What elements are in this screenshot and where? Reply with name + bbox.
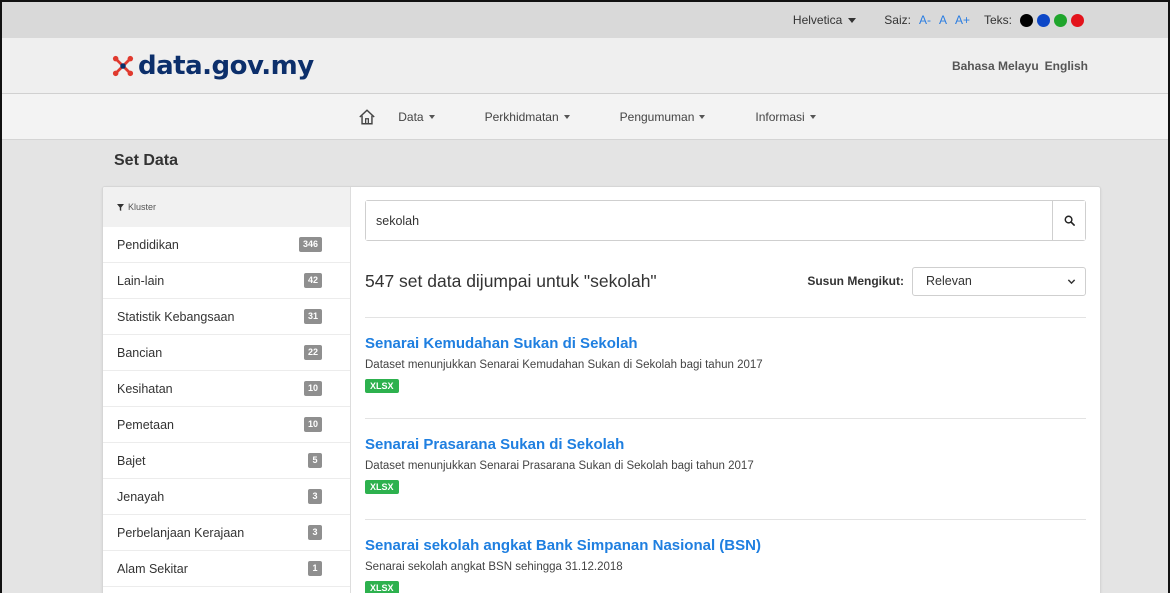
nav-pengumuman-label: Pengumuman <box>619 109 695 124</box>
format-badge-xlsx[interactable]: XLSX <box>365 379 399 393</box>
nav-informasi[interactable]: Informasi <box>755 109 816 124</box>
font-family-value: Helvetica <box>792 13 843 27</box>
cluster-heading: Kluster <box>128 202 157 212</box>
dataset-result: Senarai Kemudahan Sukan di Sekolah Datas… <box>365 318 1086 419</box>
nav-data-label: Data <box>398 109 424 124</box>
dataset-result: Senarai Prasarana Sukan di Sekolah Datas… <box>365 419 1086 520</box>
sidebar-item-alam-sekitar[interactable]: Alam Sekitar 1 <box>103 551 350 587</box>
search-bar <box>365 200 1086 241</box>
font-size-increase[interactable]: A+ <box>955 13 970 27</box>
sidebar-item-label: Alam Sekitar <box>117 561 188 576</box>
search-results-panel: 547 set data dijumpai untuk "sekolah" Su… <box>351 187 1100 593</box>
search-input[interactable] <box>366 201 1052 240</box>
sort-select[interactable]: Relevan <box>912 266 1086 296</box>
sidebar-item-pendidikan[interactable]: Pendidikan 346 <box>103 227 350 263</box>
page-title: Set Data <box>114 152 179 169</box>
sidebar-item-label: Lain-lain <box>117 273 165 288</box>
text-color-label: Teks: <box>983 13 1012 27</box>
sidebar-item-statistik-kebangsaan[interactable]: Statistik Kebangsaan 31 <box>103 299 350 335</box>
sidebar-item-bancian[interactable]: Bancian 22 <box>103 335 350 371</box>
chevron-down-icon <box>1067 278 1076 284</box>
search-button[interactable] <box>1052 201 1085 240</box>
dataset-title-link[interactable]: Senarai Prasarana Sukan di Sekolah <box>365 436 1086 454</box>
dataset-description: Dataset menunjukkan Senarai Prasarana Su… <box>365 460 754 472</box>
font-size-label: Saiz: <box>884 13 911 27</box>
dataset-result: Senarai sekolah angkat Bank Simpanan Nas… <box>365 520 1086 593</box>
dataset-title-link[interactable]: Senarai sekolah angkat Bank Simpanan Nas… <box>365 537 1086 555</box>
text-color-controls: Teks: <box>984 13 1084 27</box>
results-summary-row: 547 set data dijumpai untuk "sekolah" Su… <box>365 266 1086 296</box>
sort-selected-value: Relevan <box>926 274 972 288</box>
sidebar-item-lain-lain[interactable]: Lain-lain 42 <box>103 263 350 299</box>
font-size-controls: Saiz: A- A A+ <box>884 13 970 27</box>
count-badge: 346 <box>298 237 322 252</box>
nav-pengumuman[interactable]: Pengumuman <box>620 110 706 124</box>
brand-header: data.gov.my Bahasa Melayu English <box>2 38 1168 94</box>
logo-text: data.gov.my <box>138 50 314 81</box>
caret-down-icon <box>848 17 857 23</box>
home-icon[interactable] <box>358 108 376 126</box>
color-swatch-blue[interactable] <box>1037 13 1050 27</box>
count-badge: 10 <box>303 417 322 432</box>
count-badge: 1 <box>308 561 322 576</box>
caret-down-icon <box>428 114 435 119</box>
dataset-search-card: Kluster Pendidikan 346 Lain-lain 42 Stat… <box>102 186 1101 593</box>
font-size-default[interactable]: A <box>939 13 947 27</box>
lang-bahasa-melayu[interactable]: Bahasa Melayu <box>952 59 1039 73</box>
result-count: 547 set data dijumpai untuk "sekolah" <box>365 270 657 291</box>
font-family-dropdown[interactable]: Helvetica <box>792 13 857 27</box>
format-badge-xlsx[interactable]: XLSX <box>365 581 399 593</box>
main-nav: Data Perkhidmatan Pengumuman Informasi <box>2 94 1168 140</box>
count-badge: 31 <box>303 309 322 324</box>
dataset-description: Dataset menunjukkan Senarai Kemudahan Su… <box>365 359 763 371</box>
cluster-sidebar: Kluster Pendidikan 346 Lain-lain 42 Stat… <box>103 187 351 593</box>
utility-bar: Helvetica Saiz: A- A A+ Teks: <box>2 2 1168 38</box>
color-swatch-red[interactable] <box>1071 13 1084 27</box>
sidebar-item-label: Perbelanjaan Kerajaan <box>117 525 245 540</box>
sidebar-item-label: Kesihatan <box>117 381 173 396</box>
dataset-title-link[interactable]: Senarai Kemudahan Sukan di Sekolah <box>365 335 1086 353</box>
caret-down-icon <box>809 114 816 119</box>
search-icon <box>1064 215 1075 226</box>
caret-down-icon <box>699 114 706 119</box>
color-swatch-green[interactable] <box>1054 13 1067 27</box>
sidebar-item-perbelanjaan-kerajaan[interactable]: Perbelanjaan Kerajaan 3 <box>103 515 350 551</box>
sidebar-item-label: Bajet <box>117 453 146 468</box>
nav-perkhidmatan[interactable]: Perkhidmatan <box>485 110 570 124</box>
language-switcher: Bahasa Melayu English <box>952 59 1088 73</box>
sidebar-item-bajet[interactable]: Bajet 5 <box>103 443 350 479</box>
sidebar-item-jenayah[interactable]: Jenayah 3 <box>103 479 350 515</box>
count-badge: 3 <box>308 489 322 504</box>
lang-english[interactable]: English <box>1045 59 1088 73</box>
color-swatch-black[interactable] <box>1020 13 1033 27</box>
sidebar-item-kesihatan[interactable]: Kesihatan 10 <box>103 371 350 407</box>
browser-viewport: Helvetica Saiz: A- A A+ Teks: data.gov.m… <box>0 0 1170 593</box>
filter-funnel-icon <box>117 203 124 211</box>
count-badge: 22 <box>303 345 322 360</box>
sidebar-item-label: Pendidikan <box>117 237 179 252</box>
logo-asterisk-icon <box>112 55 134 76</box>
font-size-decrease[interactable]: A- <box>919 13 931 27</box>
sort-control: Susun Mengikut: Relevan <box>807 266 1086 296</box>
sidebar-item-label: Pemetaan <box>117 417 174 432</box>
sort-label: Susun Mengikut: <box>807 274 904 288</box>
sidebar-item-label: Bancian <box>117 345 163 360</box>
count-badge: 5 <box>308 453 322 468</box>
count-badge: 42 <box>303 273 322 288</box>
nav-informasi-label: Informasi <box>755 109 805 124</box>
caret-down-icon <box>563 114 570 119</box>
sidebar-item-label: Statistik Kebangsaan <box>117 309 235 324</box>
format-badge-xlsx[interactable]: XLSX <box>365 480 399 494</box>
count-badge: 10 <box>303 381 322 396</box>
cluster-filter-header: Kluster <box>103 187 350 227</box>
sidebar-item-label: Jenayah <box>117 489 165 504</box>
sidebar-item-pemetaan[interactable]: Pemetaan 10 <box>103 407 350 443</box>
nav-data[interactable]: Data <box>398 109 435 124</box>
nav-perkhidmatan-label: Perkhidmatan <box>484 109 559 124</box>
site-logo[interactable]: data.gov.my <box>112 51 314 81</box>
count-badge: 3 <box>308 525 322 540</box>
dataset-description: Senarai sekolah angkat BSN sehingga 31.1… <box>365 561 623 573</box>
